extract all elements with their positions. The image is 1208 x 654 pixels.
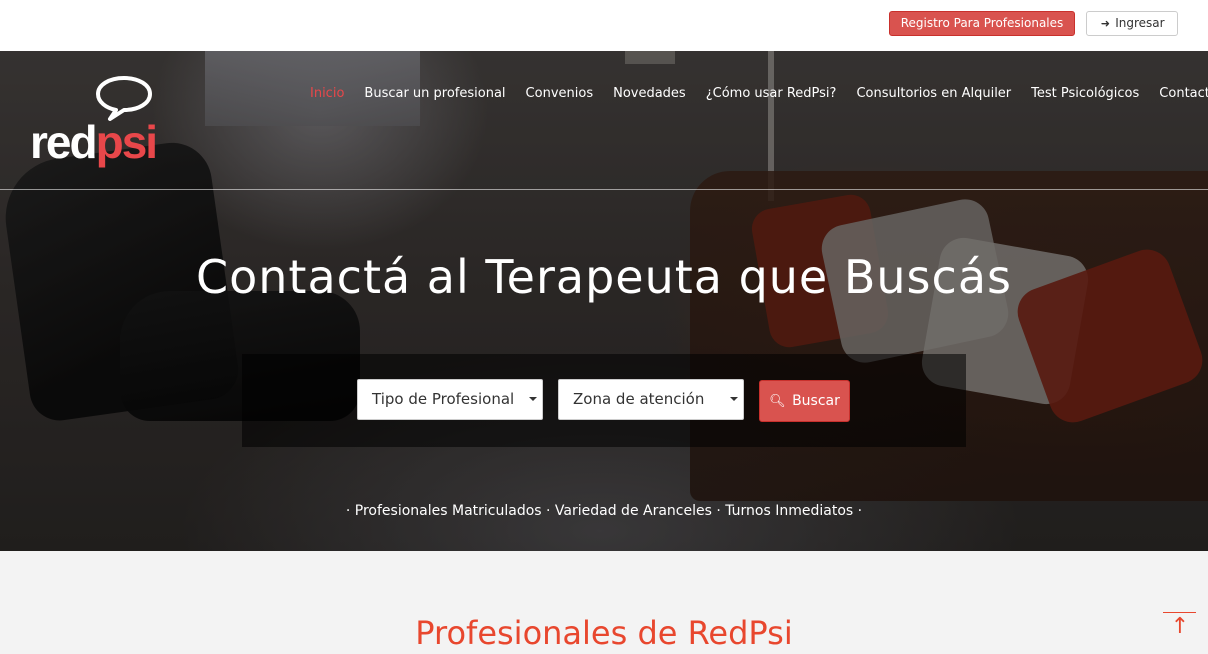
login-button[interactable]: ➜ Ingresar: [1086, 11, 1178, 36]
search-button[interactable]: 🔍︎ Buscar: [759, 380, 850, 422]
nav-item-inicio[interactable]: Inicio: [300, 85, 354, 105]
nav-item-contacto[interactable]: Contacto: [1149, 85, 1208, 105]
logo-wordmark: redpsi: [30, 116, 158, 168]
zone-select[interactable]: Zona de atención: [558, 379, 744, 420]
nav-divider: [0, 189, 1208, 190]
search-panel: Tipo de Profesional Zona de atención 🔍︎ …: [242, 354, 966, 447]
hero-features: · Profesionales Matriculados · Variedad …: [345, 503, 863, 519]
top-bar: Registro Para Profesionales ➜ Ingresar: [0, 0, 1208, 51]
nav-item-novedades[interactable]: Novedades: [603, 85, 696, 105]
back-to-top-button[interactable]: ↑: [1163, 610, 1197, 642]
nav-item-consultorios[interactable]: Consultorios en Alquiler: [846, 85, 1021, 105]
zone-value: Zona de atención: [573, 390, 705, 408]
register-professionals-button[interactable]: Registro Para Profesionales: [889, 11, 1075, 36]
professional-type-select[interactable]: Tipo de Profesional: [357, 379, 543, 420]
nav-item-convenios[interactable]: Convenios: [516, 85, 604, 105]
section-title: Profesionales de RedPsi: [415, 614, 793, 652]
hero-headline: Contactá al Terapeuta que Buscás: [196, 250, 1012, 304]
nav-item-test-psicologicos[interactable]: Test Psicológicos: [1021, 85, 1149, 105]
sign-in-icon: ➜: [1100, 17, 1111, 30]
redpsi-logo[interactable]: redpsi: [30, 75, 160, 170]
nav-item-buscar-profesional[interactable]: Buscar un profesional: [354, 85, 515, 105]
nav-item-como-usar[interactable]: ¿Cómo usar RedPsi?: [696, 85, 847, 105]
arrow-up-icon: ↑: [1170, 614, 1190, 639]
hero-section: redpsi Inicio Buscar un profesional Conv…: [0, 51, 1208, 551]
professional-type-value: Tipo de Profesional: [372, 390, 515, 408]
search-button-label: Buscar: [792, 393, 840, 409]
main-nav: Inicio Buscar un profesional Convenios N…: [300, 85, 1208, 105]
caret-down-icon: [730, 397, 738, 401]
search-icon: 🔍︎: [769, 394, 786, 409]
caret-down-icon: [529, 397, 537, 401]
login-label: Ingresar: [1115, 16, 1165, 30]
